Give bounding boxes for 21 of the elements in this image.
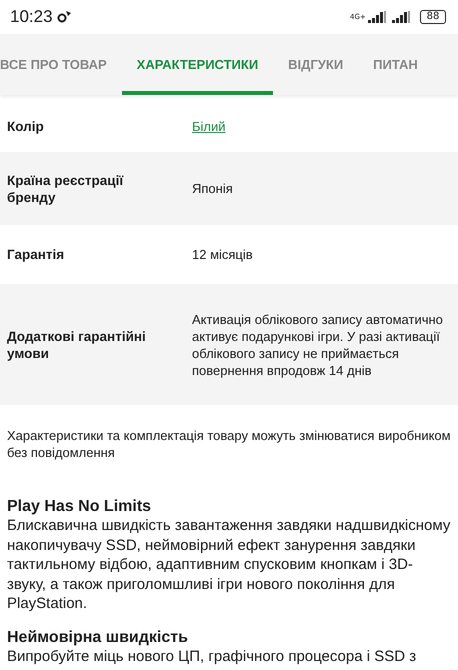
section-text: Випробуйте міць нового ЦП, графічного процесора і SSD з	[7, 646, 418, 666]
section-heading: Неймовірна швидкість	[7, 628, 189, 646]
spec-name: Гарантія	[7, 246, 66, 263]
battery-level: 88	[420, 10, 446, 24]
signal-icon	[368, 11, 388, 23]
spec-link[interactable]: Білий	[192, 118, 226, 134]
disclaimer-text: Характеристики та комплектація товару можуть змінюватися виробником без повідомлення	[7, 427, 451, 461]
tab[interactable]: ПИТАН	[358, 34, 418, 95]
tab[interactable]: ВІДГУКИ	[273, 34, 358, 95]
tab[interactable]: ВСЕ ПРО ТОВАР	[0, 34, 122, 95]
spec-name: Колір	[7, 118, 45, 134]
section-heading: Play Has No Limits	[7, 497, 152, 516]
spec-name: Країна реєстрації бренду	[7, 172, 124, 206]
signal-icon	[392, 11, 412, 23]
tab[interactable]: ХАРАКТЕРИСТИКИ	[122, 34, 274, 95]
section-text: Блискавична швидкість завантаження завдяки надшвидкісному накопичувачу SSD, неймовірний ефект занурення завдяки тактильному відбою, адаптивним спусковим кнопкам і 3D-звуку, а також приголомшливі ігри нового покоління для PlayStation.	[7, 516, 451, 614]
spec-value: Японія	[192, 180, 234, 197]
spec-name: Додаткові гарантійні умови	[7, 328, 147, 362]
spec-value: Активація облікового запису автоматично активує подарункові ігри. У разі активації облікового запису не приймається повернення впродовж 14 днів	[192, 310, 444, 378]
spec-value: 12 місяців	[192, 246, 254, 263]
clock-time: 10:23	[10, 7, 53, 27]
